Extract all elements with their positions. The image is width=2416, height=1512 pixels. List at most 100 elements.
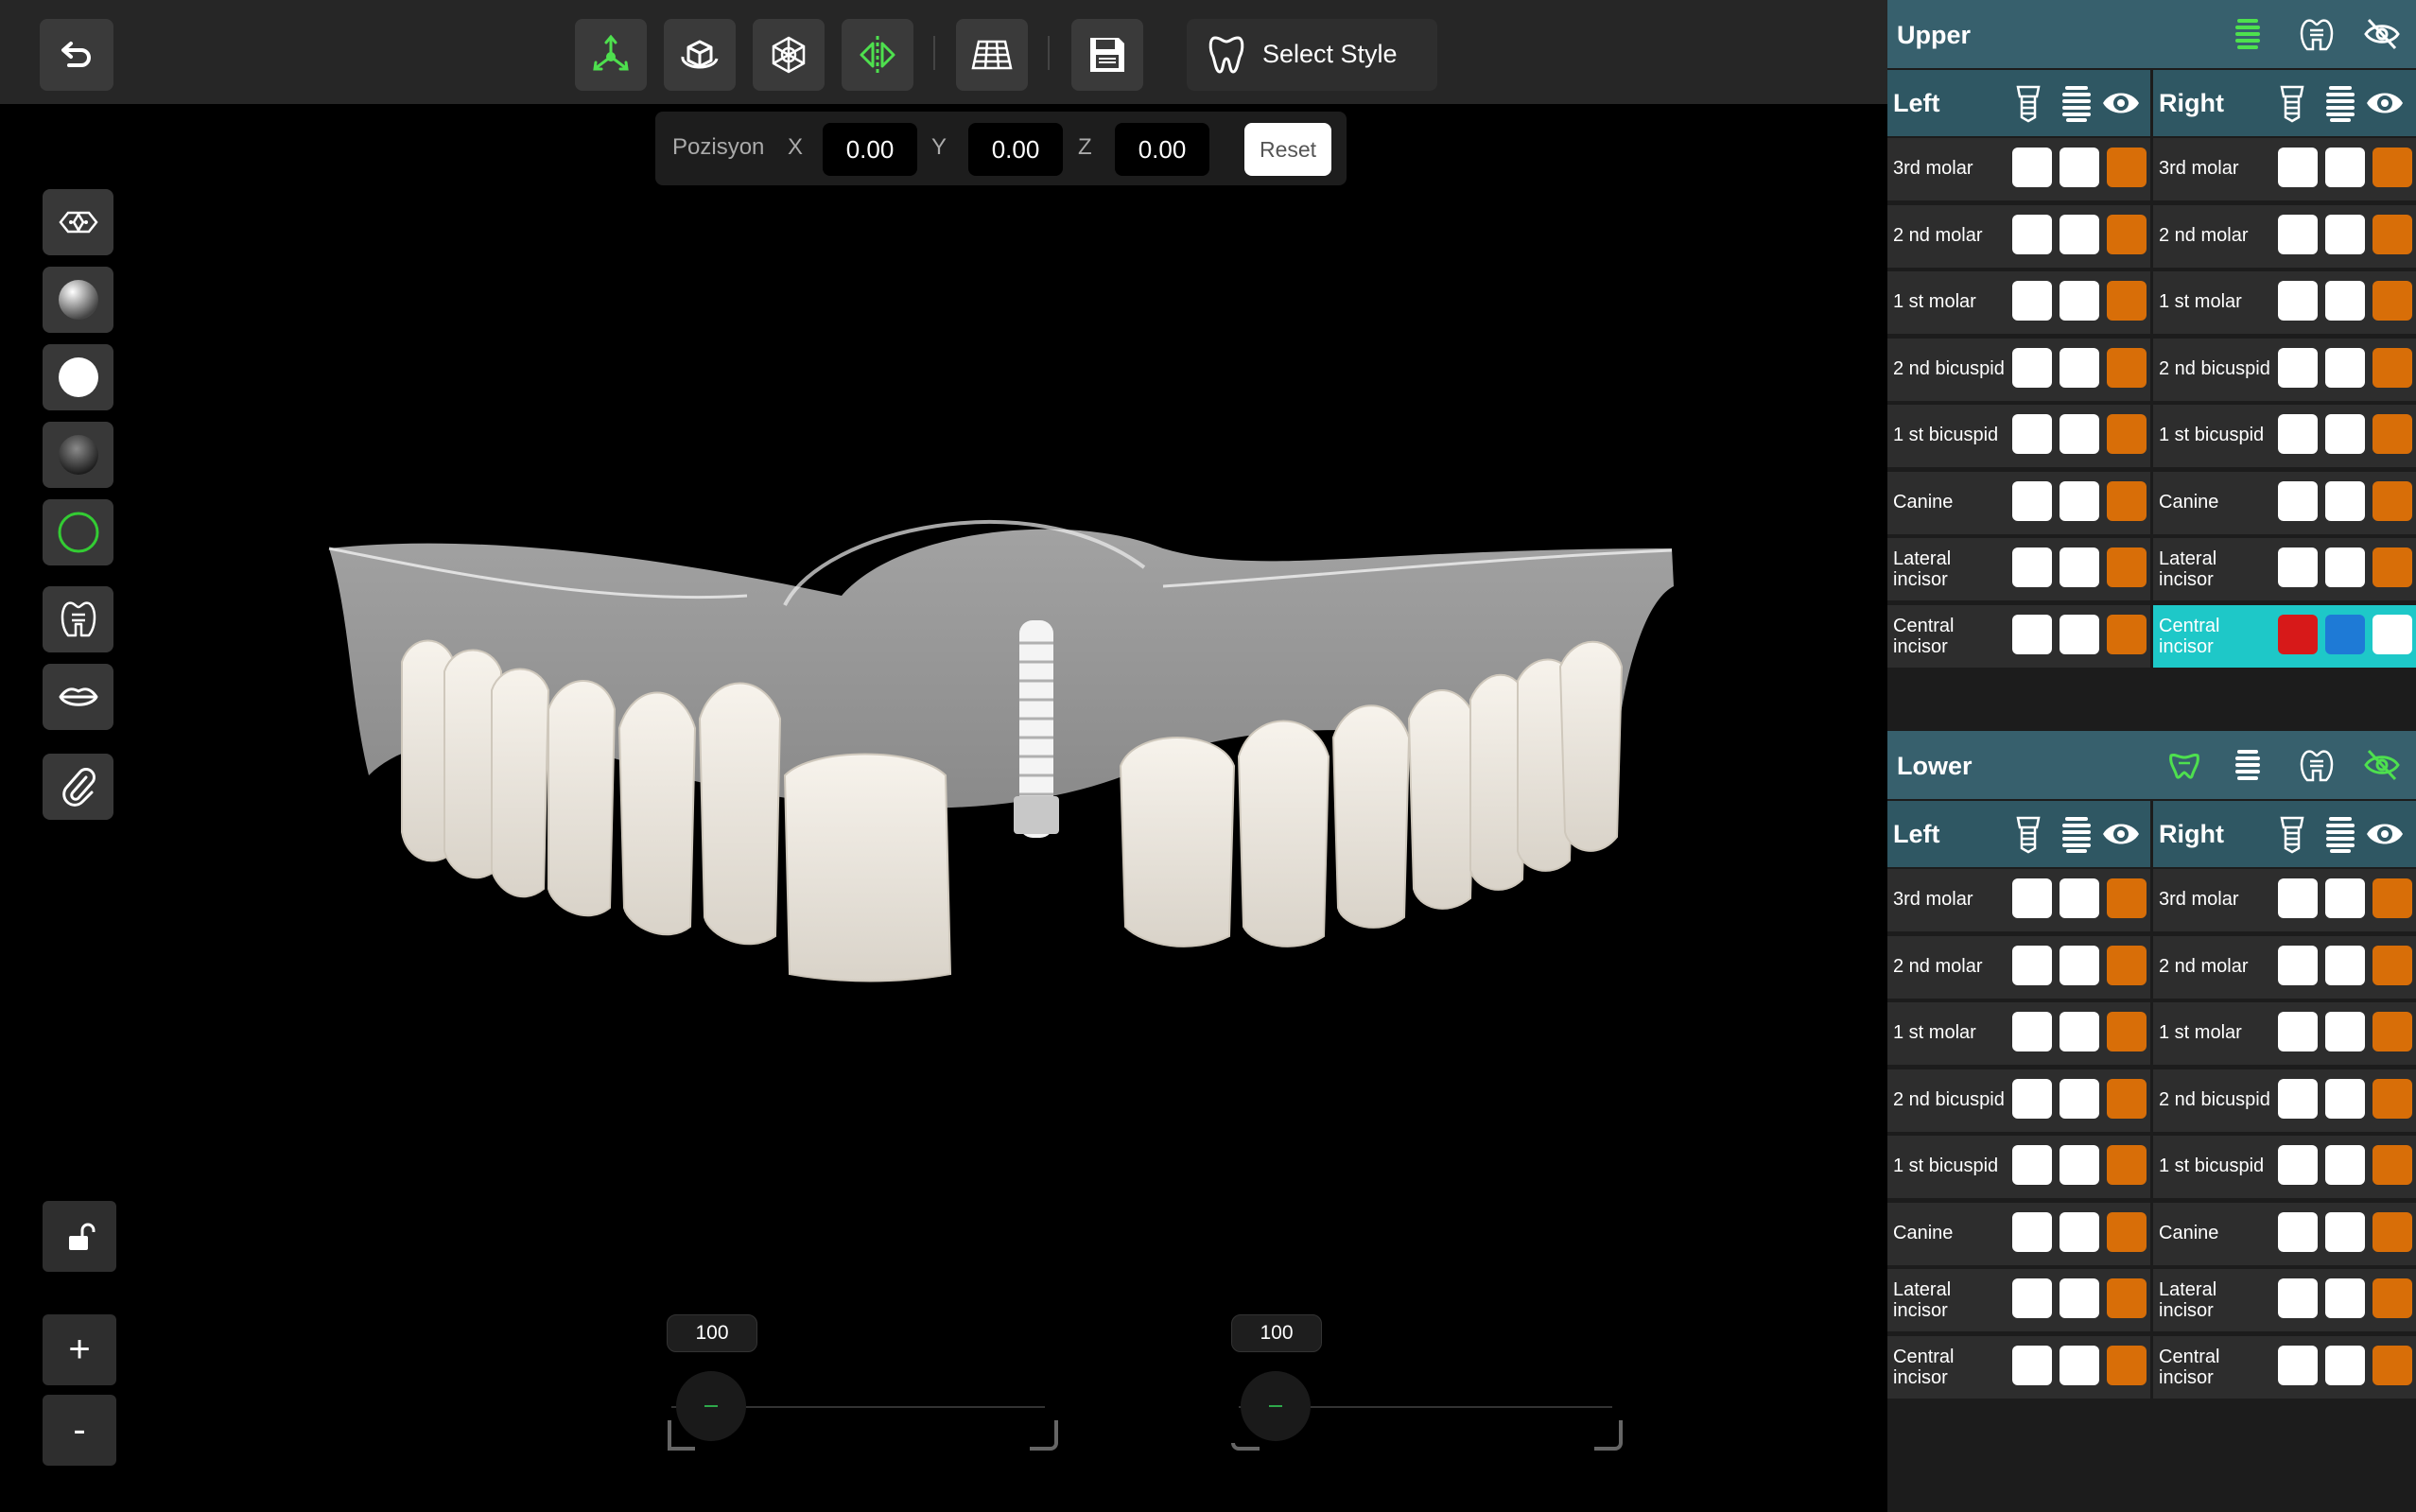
screw-toggle-swatch[interactable]	[2325, 1078, 2365, 1119]
visibility-toggle-swatch[interactable]	[2373, 1211, 2412, 1252]
eye-off-icon[interactable]	[2363, 16, 2401, 52]
view-toggle-button[interactable]	[43, 189, 113, 255]
visibility-toggle-swatch[interactable]	[2373, 414, 2412, 454]
screw-toggle-swatch[interactable]	[2325, 1012, 2365, 1051]
implant-toggle-swatch[interactable]	[2012, 480, 2052, 521]
visibility-toggle-swatch[interactable]	[2373, 214, 2412, 254]
tooth-row[interactable]: 2 nd molar	[2153, 204, 2416, 268]
tooth-row[interactable]: Canine	[1887, 1202, 2150, 1265]
tooth-row[interactable]: 2 nd molar	[2153, 935, 2416, 999]
zoom-in-button[interactable]: +	[43, 1314, 116, 1385]
screw-toggle-swatch[interactable]	[2325, 878, 2365, 918]
screw-toggle-swatch[interactable]	[2060, 1211, 2099, 1252]
outline-mode-button[interactable]	[43, 499, 113, 565]
visibility-toggle-swatch[interactable]	[2107, 1078, 2147, 1119]
implant-green-icon[interactable]	[2233, 15, 2262, 53]
screw-toggle-swatch[interactable]	[2060, 1345, 2099, 1385]
tooth-row[interactable]: Canine	[1887, 471, 2150, 534]
visibility-toggle-swatch[interactable]	[2107, 878, 2147, 918]
screw-toggle-swatch[interactable]	[2060, 148, 2099, 187]
eye-icon[interactable]	[2365, 817, 2405, 851]
screw-icon[interactable]	[2325, 814, 2355, 854]
screw-toggle-swatch[interactable]	[2060, 1078, 2099, 1119]
screw-icon[interactable]	[2233, 746, 2262, 784]
tooth-row[interactable]: 3rd molar	[1887, 138, 2150, 200]
y-input[interactable]: 0.00	[968, 123, 1063, 176]
material-dark-button[interactable]	[43, 422, 113, 488]
implant-toggle-swatch[interactable]	[2278, 1278, 2318, 1318]
visibility-toggle-swatch[interactable]	[2373, 148, 2412, 187]
screw-icon[interactable]	[2061, 814, 2092, 854]
tooth-row[interactable]: Central incisor	[1887, 604, 2150, 668]
tooth-row[interactable]: 2 nd molar	[1887, 204, 2150, 268]
implant-toggle-swatch[interactable]	[2278, 1012, 2318, 1051]
tooth-row[interactable]: Lateral incisor	[2153, 538, 2416, 600]
rotate-tool-button[interactable]	[664, 19, 736, 91]
screw-toggle-swatch[interactable]	[2325, 1345, 2365, 1385]
implant-toggle-swatch[interactable]	[2278, 347, 2318, 388]
implant-view-button[interactable]	[43, 586, 113, 652]
implant-toggle-swatch[interactable]	[2278, 1145, 2318, 1185]
implant-toggle-swatch[interactable]	[2278, 1078, 2318, 1119]
screw-toggle-swatch[interactable]	[2325, 1278, 2365, 1318]
tooth-row[interactable]: 1 st bicuspid	[1887, 1136, 2150, 1198]
eye-icon[interactable]	[2365, 86, 2405, 120]
screw-toggle-swatch[interactable]	[2325, 281, 2365, 321]
implant-toggle-swatch[interactable]	[2012, 414, 2052, 454]
screw-toggle-swatch[interactable]	[2060, 281, 2099, 321]
material-white-button[interactable]	[43, 344, 113, 410]
implant-toggle-swatch[interactable]	[2278, 614, 2318, 654]
visibility-toggle-swatch[interactable]	[2107, 1211, 2147, 1252]
visibility-toggle-swatch[interactable]	[2107, 480, 2147, 521]
tooth-row[interactable]: 1 st molar	[2153, 1002, 2416, 1065]
grid-button[interactable]	[956, 19, 1028, 91]
implant-toggle-swatch[interactable]	[2278, 547, 2318, 587]
tooth-row[interactable]: 1 st bicuspid	[2153, 405, 2416, 467]
wireframe-tool-button[interactable]	[753, 19, 825, 91]
visibility-toggle-swatch[interactable]	[2373, 614, 2412, 654]
lips-button[interactable]	[43, 664, 113, 730]
visibility-toggle-swatch[interactable]	[2107, 414, 2147, 454]
screw-toggle-swatch[interactable]	[2060, 480, 2099, 521]
implant-toggle-swatch[interactable]	[2012, 945, 2052, 985]
visibility-toggle-swatch[interactable]	[2107, 1278, 2147, 1318]
move-tool-button[interactable]	[575, 19, 647, 91]
tooth-row[interactable]: Canine	[2153, 471, 2416, 534]
eye-icon[interactable]	[2101, 86, 2141, 120]
visibility-toggle-swatch[interactable]	[2373, 547, 2412, 587]
screw-toggle-swatch[interactable]	[2060, 547, 2099, 587]
visibility-toggle-swatch[interactable]	[2107, 547, 2147, 587]
lock-button[interactable]	[43, 1201, 116, 1272]
tooth-row[interactable]: 1 st molar	[2153, 271, 2416, 334]
visibility-toggle-swatch[interactable]	[2373, 945, 2412, 985]
tooth-row[interactable]: 1 st bicuspid	[2153, 1136, 2416, 1198]
screw-toggle-swatch[interactable]	[2060, 1145, 2099, 1185]
undo-button[interactable]	[40, 19, 113, 91]
implant-toggle-swatch[interactable]	[2012, 1145, 2052, 1185]
screw-icon[interactable]	[2325, 83, 2355, 123]
visibility-toggle-swatch[interactable]	[2107, 1345, 2147, 1385]
tooth-row[interactable]: 3rd molar	[2153, 138, 2416, 200]
implant-toggle-swatch[interactable]	[2278, 281, 2318, 321]
implant-toggle-swatch[interactable]	[2012, 1078, 2052, 1119]
screw-toggle-swatch[interactable]	[2325, 1145, 2365, 1185]
zoom-out-button[interactable]: -	[43, 1395, 116, 1466]
implant-toggle-swatch[interactable]	[2012, 1345, 2052, 1385]
visibility-toggle-swatch[interactable]	[2107, 148, 2147, 187]
implant-toggle-swatch[interactable]	[2012, 1012, 2052, 1051]
visibility-toggle-swatch[interactable]	[2373, 1145, 2412, 1185]
screw-toggle-swatch[interactable]	[2325, 148, 2365, 187]
screw-toggle-swatch[interactable]	[2060, 878, 2099, 918]
tooth-row[interactable]: 2 nd bicuspid	[2153, 1069, 2416, 1132]
implant-toggle-swatch[interactable]	[2278, 148, 2318, 187]
implant-toggle-swatch[interactable]	[2012, 878, 2052, 918]
tooth-row[interactable]: Central incisor	[2153, 1335, 2416, 1399]
screw-toggle-swatch[interactable]	[2060, 614, 2099, 654]
tooth-row[interactable]: 1 st molar	[1887, 1002, 2150, 1065]
tooth-row[interactable]: Central incisor	[1887, 1335, 2150, 1399]
implant-icon[interactable]	[2012, 83, 2044, 123]
implant-toggle-swatch[interactable]	[2278, 1345, 2318, 1385]
x-input[interactable]: 0.00	[823, 123, 917, 176]
visibility-toggle-swatch[interactable]	[2373, 1012, 2412, 1051]
screw-toggle-swatch[interactable]	[2060, 347, 2099, 388]
